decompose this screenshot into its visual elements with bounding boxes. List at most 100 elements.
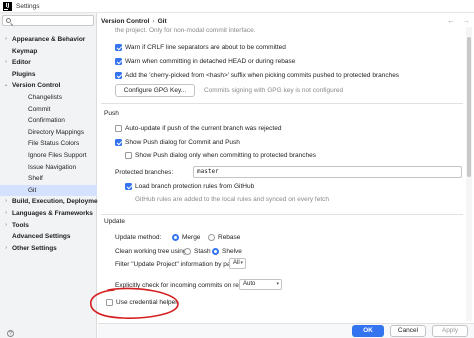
use-credential-helper-checkbox[interactable] [106, 299, 113, 306]
sidebar-item-shelf[interactable]: Shelf [0, 173, 97, 185]
scrollbar-thumb[interactable] [467, 37, 471, 177]
sidebar-item-confirmation[interactable]: Confirmation [0, 115, 97, 127]
sidebar-item-other-settings[interactable]: › Other Settings [0, 243, 97, 255]
update-merge-radio[interactable] [172, 234, 179, 241]
show-push-protected-label: Show Push dialog only when committing to… [135, 152, 317, 159]
sidebar-item-languages-frameworks[interactable]: › Languages & Frameworks [0, 208, 97, 220]
sidebar-item-label: Languages & Frameworks [12, 210, 93, 217]
warn-detached-head-checkbox[interactable] [115, 58, 122, 65]
breadcrumb: Version Control › Git [101, 18, 167, 25]
title-bar: IJ Settings [0, 0, 474, 13]
apply-button[interactable]: Apply [432, 325, 468, 337]
sidebar-item-file-status-colors[interactable]: File Status Colors [0, 138, 97, 150]
sidebar-item-tools[interactable]: › Tools [0, 220, 97, 232]
help-icon[interactable]: ? [7, 330, 14, 337]
sidebar-item-plugins[interactable]: Plugins [0, 69, 97, 81]
gpg-status-note: Commits signing with GPG key is not conf… [204, 87, 344, 94]
sidebar-item-advanced-settings[interactable]: Advanced Settings [0, 231, 97, 243]
clean-shelve-radio[interactable] [212, 248, 219, 255]
protected-branches-field[interactable]: master [193, 166, 462, 178]
settings-search-input[interactable] [2, 15, 94, 26]
sidebar-item-label: Tools [12, 221, 29, 229]
auto-update-checkbox[interactable] [115, 125, 122, 132]
protected-branches-label: Protected branches: [115, 169, 174, 176]
sidebar-item-label: Commit [28, 105, 51, 113]
sidebar-item-label: File Status Colors [28, 140, 80, 148]
sidebar-item-issue-navigation[interactable]: Issue Navigation [0, 162, 97, 174]
content-scrollbar[interactable] [466, 27, 472, 321]
sidebar-item-version-control[interactable]: ⌄ Version Control [0, 80, 97, 92]
chevron-right-icon[interactable]: › [3, 34, 9, 46]
github-rules-note: GitHub rules are added to the local rule… [135, 196, 330, 203]
sidebar-item-label: Other Settings [12, 244, 57, 252]
warn-crlf-checkbox[interactable] [115, 44, 122, 51]
update-rebase-label: Rebase [218, 234, 241, 241]
sidebar-item-ignore-files-support[interactable]: Ignore Files Support [0, 150, 97, 162]
show-push-dialog-label: Show Push dialog for Commit and Push [125, 139, 240, 146]
search-icon [6, 18, 11, 23]
filter-update-combo[interactable]: All ▾ [229, 258, 246, 269]
warn-detached-head-label: Warn when committing in detached HEAD or… [125, 58, 296, 65]
sidebar-item-label: Keymap [12, 47, 38, 55]
ok-button[interactable]: OK [352, 325, 384, 337]
sidebar-item-git[interactable]: Git [0, 184, 97, 197]
non-modal-commit-note: the project. Only for non-modal commit i… [115, 27, 256, 34]
breadcrumb-separator: › [152, 18, 155, 25]
use-credential-helper-label: Use credential helper [116, 299, 178, 306]
clean-stash-radio[interactable] [184, 248, 191, 255]
back-arrow-icon[interactable]: ← [447, 16, 455, 25]
breadcrumb-version-control[interactable]: Version Control [101, 18, 149, 25]
chevron-right-icon[interactable]: › [3, 57, 9, 69]
forward-arrow-icon[interactable]: → [462, 16, 470, 25]
load-branch-rules-checkbox[interactable] [125, 183, 132, 190]
sidebar-item-editor[interactable]: › Editor [0, 57, 97, 69]
configure-gpg-key-button[interactable]: Configure GPG Key... [115, 84, 195, 97]
update-merge-label: Merge [182, 234, 201, 241]
filter-update-label: Filter "Update Project" information by p… [115, 261, 242, 268]
explicit-check-combo[interactable]: Auto ▾ [239, 279, 282, 290]
update-section-title: Update [104, 218, 125, 225]
sidebar-item-directory-mappings[interactable]: Directory Mappings [0, 127, 97, 139]
settings-content: Version Control › Git ← → the project. Onl… [98, 13, 474, 323]
explicit-check-label: Explicitly check for incoming commits on… [115, 282, 259, 289]
cherry-pick-suffix-label: Add the 'cherry-picked from <hash>' suff… [125, 72, 400, 79]
sidebar-item-label: Appearance & Behavior [12, 36, 86, 43]
chevron-right-icon[interactable]: › [3, 196, 9, 208]
sidebar-item-label: Build, Execution, Deployment [12, 198, 104, 206]
cherry-pick-suffix-checkbox[interactable] [115, 72, 122, 79]
sidebar-item-label: Issue Navigation [28, 163, 77, 171]
update-rebase-radio[interactable] [208, 234, 215, 241]
explicit-check-value: Auto [243, 281, 256, 287]
chevron-right-icon[interactable]: › [3, 243, 9, 255]
chevron-down-icon: ▾ [276, 281, 279, 287]
sidebar-item-label: Advanced Settings [12, 233, 71, 241]
show-push-dialog-checkbox[interactable] [115, 139, 122, 146]
dialog-footer: OK Cancel Apply [98, 323, 474, 338]
sidebar-item-label: Changelists [28, 94, 62, 101]
clean-stash-label: Stash [194, 248, 211, 255]
clean-tree-label: Clean working tree using: [115, 248, 189, 255]
sidebar-item-label: Git [28, 186, 37, 194]
chevron-right-icon[interactable]: › [3, 220, 9, 232]
sidebar-item-appearance-behavior[interactable]: › Appearance & Behavior [0, 34, 97, 46]
window-title: Settings [16, 3, 40, 10]
sidebar-item-keymap[interactable]: Keymap [0, 46, 97, 58]
section-divider [101, 103, 463, 104]
sidebar-item-label: Confirmation [28, 117, 65, 125]
cancel-button[interactable]: Cancel [390, 325, 426, 337]
sidebar-item-label: Directory Mappings [28, 128, 84, 136]
chevron-down-icon[interactable]: ⌄ [3, 80, 9, 92]
chevron-right-icon[interactable]: › [3, 208, 9, 220]
sidebar-item-changelists[interactable]: Changelists [0, 92, 97, 104]
show-push-protected-checkbox[interactable] [125, 152, 132, 159]
filter-update-value: All [233, 260, 240, 266]
sidebar-item-label: Version Control [12, 82, 61, 90]
chevron-down-icon: ▾ [240, 260, 243, 266]
sidebar-item-build-execution-deployment[interactable]: › Build, Execution, Deployment [0, 196, 104, 208]
warn-crlf-label: Warn if CRLF line separators are about t… [125, 44, 286, 51]
clean-shelve-label: Shelve [222, 248, 242, 255]
sidebar-item-label: Editor [12, 59, 31, 67]
push-section-title: Push [104, 110, 119, 117]
sidebar-item-label: Shelf [28, 175, 43, 183]
sidebar-item-commit[interactable]: Commit [0, 104, 97, 116]
